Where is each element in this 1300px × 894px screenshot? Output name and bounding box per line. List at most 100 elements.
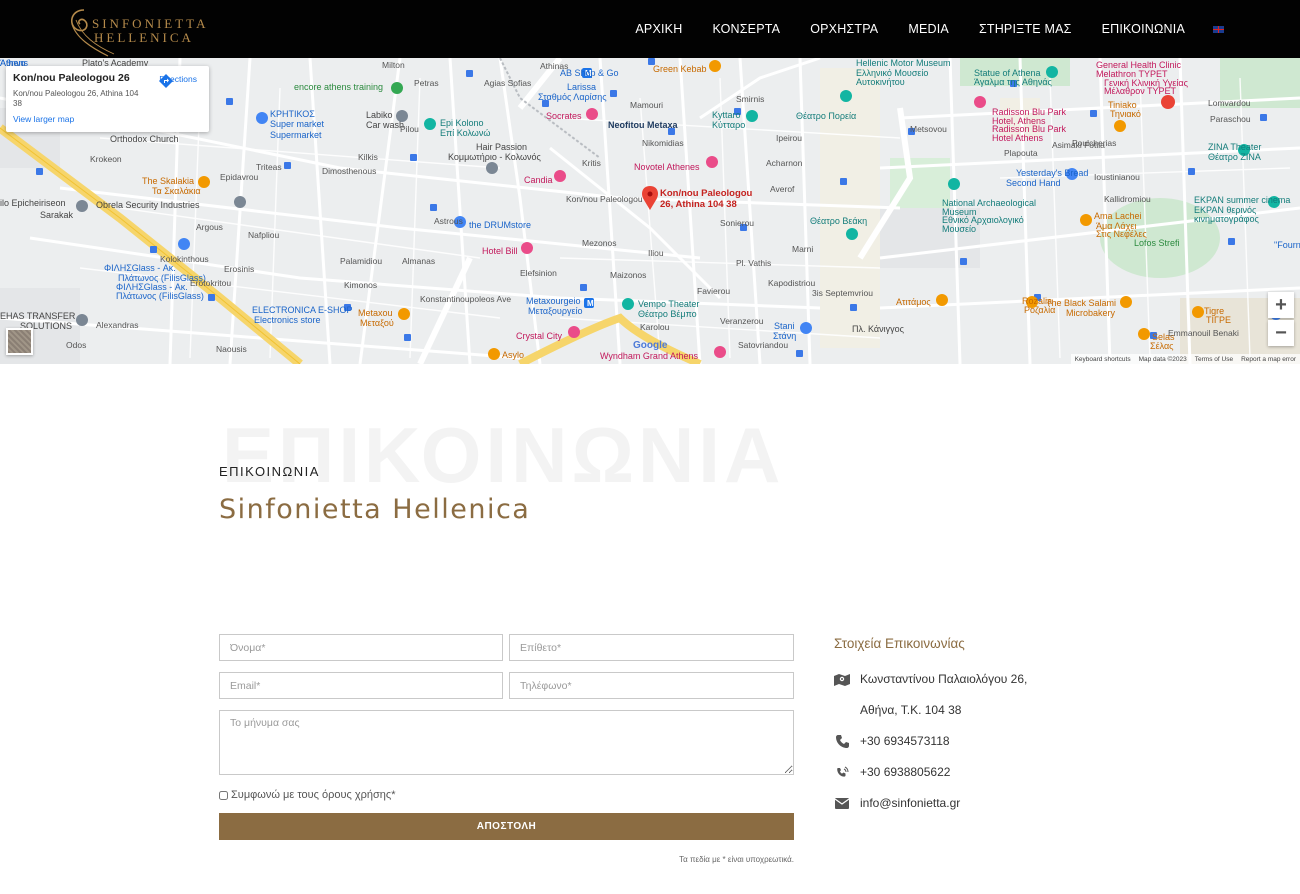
report-map-error-link[interactable]: Report a map error <box>1237 356 1300 363</box>
map-label: EHAS TRANSFER <box>0 311 76 321</box>
phone-field[interactable] <box>509 672 794 699</box>
phone1-number[interactable]: +30 6934573118 <box>860 734 950 748</box>
map-label: Άγαλμα της Αθηνάς <box>974 77 1052 87</box>
map-label: the DRUMstore <box>469 220 532 230</box>
map-label: ΤΙΓΡΕ <box>1206 315 1231 325</box>
map-label: Milton <box>382 60 405 70</box>
map-label: Μεταξουργείο <box>528 306 583 316</box>
nav-home[interactable]: ΑΡΧΙΚΗ <box>635 22 682 36</box>
map-label: Vempo Theater <box>638 299 700 309</box>
map-label: Nikomidias <box>642 138 684 148</box>
map-label: Lofos Strefi <box>1134 238 1180 248</box>
google-map[interactable]: M M Plato's Academy encore athens trainin… <box>0 58 1300 364</box>
map-label: Super market <box>270 119 325 129</box>
directions-icon <box>159 74 174 88</box>
map-label: Asimaki Fotila <box>1052 140 1105 150</box>
map-label: Larissa <box>567 82 597 92</box>
submit-button[interactable]: ΑΠΟΣΤΟΛΗ <box>219 813 794 840</box>
section-title: Sinfonietta Hellenica <box>219 494 531 525</box>
site-logo[interactable]: SINFONIETTA HELLENICA <box>62 4 232 57</box>
logo-line2: HELLENICA <box>94 30 194 45</box>
terms-of-use-link[interactable]: Terms of Use <box>1191 356 1237 363</box>
map-label: Θέατρο Βέμπο <box>638 309 697 319</box>
map-label: ZINA Theater <box>1208 142 1262 152</box>
map-label: Metaxou <box>358 308 393 318</box>
map-label: The Black Salami <box>1046 298 1117 308</box>
nav-orchestra[interactable]: ΟΡΧΗΣΤΡΑ <box>810 22 878 36</box>
map-label: Pilou <box>400 124 419 134</box>
directions-button[interactable]: Directions <box>159 74 197 88</box>
nav-media[interactable]: MEDIA <box>908 22 949 36</box>
map-label: AB Shop & Go <box>560 68 619 78</box>
map-label: Socrates <box>546 111 582 121</box>
map-label: ilo Epicheiriseon <box>0 198 66 208</box>
map-label: Epidavrou <box>220 172 259 182</box>
map-label: Kapodistriou <box>768 278 816 288</box>
email-field[interactable] <box>219 672 503 699</box>
uk-flag-icon[interactable] <box>1213 25 1224 33</box>
map-location-icon <box>834 672 850 686</box>
nav-concerts[interactable]: ΚΟΝΣΕΡΤΑ <box>712 22 780 36</box>
map-label: Hair Passion <box>476 142 528 152</box>
map-label: Alexandras <box>96 320 139 330</box>
map-label: Almanas <box>402 256 436 266</box>
map-label: EKPAN summer cinema <box>1194 195 1291 205</box>
map-label: Petras <box>414 78 439 88</box>
email-address[interactable]: info@sinfonietta.gr <box>860 796 960 810</box>
envelope-icon <box>834 796 850 810</box>
terms-label: Συμφωνώ με τους όρους χρήσης* <box>231 789 396 801</box>
map-label: Kilkis <box>358 152 378 162</box>
terms-checkbox[interactable] <box>219 790 228 800</box>
map-label: Smirnis <box>736 94 765 104</box>
map-label: Favierou <box>697 286 731 296</box>
map-label: Odos <box>66 340 87 350</box>
map-label: Dimosthenous <box>322 166 377 176</box>
map-label: Emmanouil Benaki <box>1168 328 1239 338</box>
section-eyebrow: ΕΠΙΚΟΙΝΩΝΙΑ <box>219 464 320 479</box>
phone2-number[interactable]: +30 6938805622 <box>860 765 950 779</box>
map-label: Crystal City <box>516 331 563 341</box>
map-label: encore athens training <box>294 82 384 92</box>
map-label: Ioustinianou <box>1094 172 1140 182</box>
surname-field[interactable] <box>509 634 794 661</box>
map-label: Kimonos <box>344 280 378 290</box>
map-info-card: Kon/nou Paleologou 26 Kon/nou Paleologou… <box>6 66 209 132</box>
map-label: Kallidromiou <box>1104 194 1151 204</box>
map-label: Lomvardou <box>1208 98 1251 108</box>
map-label: Orthodox Church <box>110 134 179 144</box>
view-larger-map-link[interactable]: View larger map <box>13 114 74 124</box>
map-label: Argous <box>196 222 223 232</box>
zoom-in-button[interactable]: + <box>1268 292 1294 318</box>
phone-icon <box>834 734 850 748</box>
nav-contact[interactable]: ΕΠΙΚΟΙΝΩΝΙΑ <box>1102 22 1185 36</box>
map-label: Επί Κολωνώ <box>440 128 491 138</box>
map-label: Αυτοκινήτου <box>856 77 905 87</box>
map-label: Agias Sofias <box>484 78 532 88</box>
map-label: Labiko <box>366 110 393 120</box>
map-footer: Keyboard shortcuts Map data ©2023 Terms … <box>1070 354 1300 364</box>
keyboard-shortcuts-link[interactable]: Keyboard shortcuts <box>1071 356 1135 363</box>
map-label: ΦΙΛΗΣGlass - Ακ. <box>104 263 176 273</box>
zoom-out-button[interactable]: − <box>1268 320 1294 346</box>
message-field[interactable] <box>219 710 794 775</box>
map-label: Πλ. Κάνιγγος <box>852 324 904 334</box>
map-label: Wyndham Grand Athens <box>600 351 698 361</box>
satellite-toggle[interactable] <box>6 328 33 355</box>
map-label: Κύτταρο <box>712 120 746 130</box>
name-field[interactable] <box>219 634 503 661</box>
top-navbar: SINFONIETTA HELLENICA ΑΡΧΙΚΗ ΚΟΝΣΕΡΤΑ ΟΡ… <box>0 0 1300 58</box>
map-label: Nafpliou <box>248 230 280 240</box>
nav-support[interactable]: ΣΤΗΡΙΞΤΕ ΜΑΣ <box>979 22 1072 36</box>
map-label: Erotokritou <box>190 278 232 288</box>
map-label: Acharnon <box>766 158 803 168</box>
map-label: Mamouri <box>630 100 664 110</box>
map-label: Epi Kolono <box>440 118 484 128</box>
map-label: Ipeirou <box>776 133 802 143</box>
map-label: Karolou <box>640 322 670 332</box>
terms-row: Συμφωνώ με τους όρους χρήσης* <box>219 789 396 801</box>
map-label: Mezonos <box>582 238 617 248</box>
map-label: Obrela Security Industries <box>96 200 200 210</box>
map-label: 3is Septemvriou <box>812 288 873 298</box>
map-label: Πλάτωνος (FilisGlass) <box>116 291 204 301</box>
map-label: The Skalakia <box>142 176 195 186</box>
